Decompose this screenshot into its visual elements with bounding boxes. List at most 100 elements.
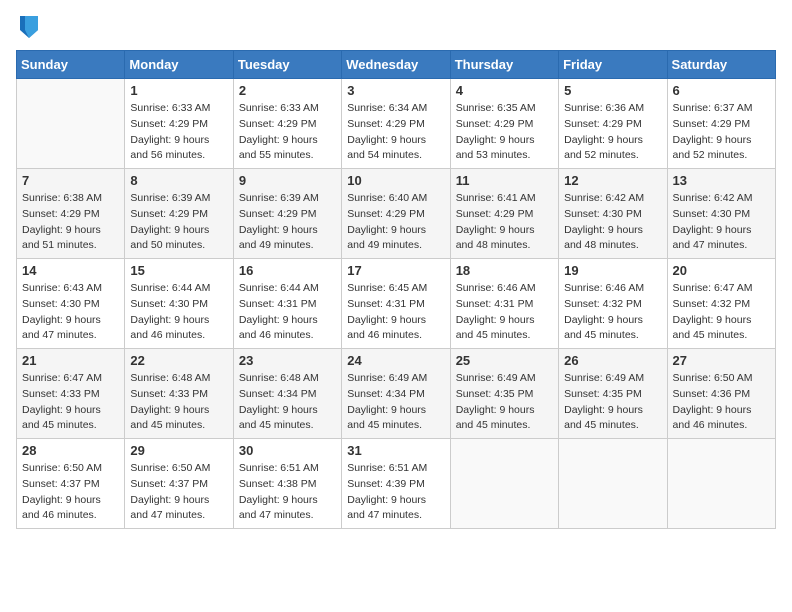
sun-info: Sunrise: 6:45 AMSunset: 4:31 PMDaylight:… xyxy=(347,281,444,344)
weekday-header-thursday: Thursday xyxy=(450,51,558,79)
day-number: 31 xyxy=(347,443,444,458)
day-number: 11 xyxy=(456,173,553,188)
calendar-week-row: 7 Sunrise: 6:38 AMSunset: 4:29 PMDaylight… xyxy=(17,169,776,259)
sun-info: Sunrise: 6:50 AMSunset: 4:37 PMDaylight:… xyxy=(22,461,119,524)
day-number: 18 xyxy=(456,263,553,278)
logo-text xyxy=(16,16,40,38)
sun-info: Sunrise: 6:51 AMSunset: 4:38 PMDaylight:… xyxy=(239,461,336,524)
calendar-week-row: 28 Sunrise: 6:50 AMSunset: 4:37 PMDayligh… xyxy=(17,439,776,529)
weekday-header-tuesday: Tuesday xyxy=(233,51,341,79)
sun-info: Sunrise: 6:39 AMSunset: 4:29 PMDaylight:… xyxy=(239,191,336,254)
sun-info: Sunrise: 6:49 AMSunset: 4:35 PMDaylight:… xyxy=(564,371,661,434)
sun-info: Sunrise: 6:34 AMSunset: 4:29 PMDaylight:… xyxy=(347,101,444,164)
sun-info: Sunrise: 6:50 AMSunset: 4:37 PMDaylight:… xyxy=(130,461,227,524)
sun-info: Sunrise: 6:36 AMSunset: 4:29 PMDaylight:… xyxy=(564,101,661,164)
calendar-cell: 12Sunrise: 6:42 AMSunset: 4:30 PMDayligh… xyxy=(559,169,667,259)
weekday-header-sunday: Sunday xyxy=(17,51,125,79)
calendar-cell: 6 Sunrise: 6:37 AMSunset: 4:29 PMDaylight… xyxy=(667,79,775,169)
sun-info: Sunrise: 6:50 AMSunset: 4:36 PMDaylight:… xyxy=(673,371,770,434)
day-number: 29 xyxy=(130,443,227,458)
day-number: 10 xyxy=(347,173,444,188)
day-number: 2 xyxy=(239,83,336,98)
day-number: 1 xyxy=(130,83,227,98)
logo xyxy=(16,16,40,38)
sun-info: Sunrise: 6:44 AMSunset: 4:30 PMDaylight:… xyxy=(130,281,227,344)
day-number: 16 xyxy=(239,263,336,278)
calendar-header-row: SundayMondayTuesdayWednesdayThursdayFrid… xyxy=(17,51,776,79)
day-number: 8 xyxy=(130,173,227,188)
day-number: 27 xyxy=(673,353,770,368)
page-header xyxy=(16,16,776,38)
day-number: 22 xyxy=(130,353,227,368)
calendar-cell: 24Sunrise: 6:49 AMSunset: 4:34 PMDayligh… xyxy=(342,349,450,439)
sun-info: Sunrise: 6:38 AMSunset: 4:29 PMDaylight:… xyxy=(22,191,119,254)
calendar-cell: 19 Sunrise: 6:46 AMSunset: 4:32 PMDayligh… xyxy=(559,259,667,349)
calendar-cell: 29 Sunrise: 6:50 AMSunset: 4:37 PMDayligh… xyxy=(125,439,233,529)
sun-info: Sunrise: 6:46 AMSunset: 4:31 PMDaylight:… xyxy=(456,281,553,344)
calendar-cell: 8 Sunrise: 6:39 AMSunset: 4:29 PMDaylight… xyxy=(125,169,233,259)
sun-info: Sunrise: 6:33 AMSunset: 4:29 PMDaylight:… xyxy=(239,101,336,164)
sun-info: Sunrise: 6:48 AMSunset: 4:33 PMDaylight:… xyxy=(130,371,227,434)
day-number: 26 xyxy=(564,353,661,368)
day-number: 5 xyxy=(564,83,661,98)
calendar-cell: 25Sunrise: 6:49 AMSunset: 4:35 PMDayligh… xyxy=(450,349,558,439)
sun-info: Sunrise: 6:37 AMSunset: 4:29 PMDaylight:… xyxy=(673,101,770,164)
day-number: 20 xyxy=(673,263,770,278)
sun-info: Sunrise: 6:49 AMSunset: 4:35 PMDaylight:… xyxy=(456,371,553,434)
weekday-header-saturday: Saturday xyxy=(667,51,775,79)
sun-info: Sunrise: 6:48 AMSunset: 4:34 PMDaylight:… xyxy=(239,371,336,434)
calendar-week-row: 1 Sunrise: 6:33 AMSunset: 4:29 PMDaylight… xyxy=(17,79,776,169)
calendar-cell: 9 Sunrise: 6:39 AMSunset: 4:29 PMDaylight… xyxy=(233,169,341,259)
calendar-cell: 7 Sunrise: 6:38 AMSunset: 4:29 PMDaylight… xyxy=(17,169,125,259)
day-number: 23 xyxy=(239,353,336,368)
sun-info: Sunrise: 6:47 AMSunset: 4:33 PMDaylight:… xyxy=(22,371,119,434)
calendar-cell: 28 Sunrise: 6:50 AMSunset: 4:37 PMDayligh… xyxy=(17,439,125,529)
sun-info: Sunrise: 6:39 AMSunset: 4:29 PMDaylight:… xyxy=(130,191,227,254)
sun-info: Sunrise: 6:42 AMSunset: 4:30 PMDaylight:… xyxy=(673,191,770,254)
calendar-cell: 23 Sunrise: 6:48 AMSunset: 4:34 PMDayligh… xyxy=(233,349,341,439)
day-number: 3 xyxy=(347,83,444,98)
sun-info: Sunrise: 6:35 AMSunset: 4:29 PMDaylight:… xyxy=(456,101,553,164)
calendar-cell: 27 Sunrise: 6:50 AMSunset: 4:36 PMDayligh… xyxy=(667,349,775,439)
day-number: 15 xyxy=(130,263,227,278)
calendar-cell: 2 Sunrise: 6:33 AMSunset: 4:29 PMDaylight… xyxy=(233,79,341,169)
calendar-cell: 20Sunrise: 6:47 AMSunset: 4:32 PMDayligh… xyxy=(667,259,775,349)
calendar-table: SundayMondayTuesdayWednesdayThursdayFrid… xyxy=(16,50,776,529)
sun-info: Sunrise: 6:42 AMSunset: 4:30 PMDaylight:… xyxy=(564,191,661,254)
weekday-header-monday: Monday xyxy=(125,51,233,79)
calendar-cell: 17Sunrise: 6:45 AMSunset: 4:31 PMDayligh… xyxy=(342,259,450,349)
weekday-header-friday: Friday xyxy=(559,51,667,79)
calendar-week-row: 14Sunrise: 6:43 AMSunset: 4:30 PMDayligh… xyxy=(17,259,776,349)
calendar-cell xyxy=(667,439,775,529)
weekday-header-wednesday: Wednesday xyxy=(342,51,450,79)
day-number: 13 xyxy=(673,173,770,188)
calendar-cell xyxy=(559,439,667,529)
sun-info: Sunrise: 6:46 AMSunset: 4:32 PMDaylight:… xyxy=(564,281,661,344)
sun-info: Sunrise: 6:44 AMSunset: 4:31 PMDaylight:… xyxy=(239,281,336,344)
calendar-cell: 11 Sunrise: 6:41 AMSunset: 4:29 PMDayligh… xyxy=(450,169,558,259)
sun-info: Sunrise: 6:51 AMSunset: 4:39 PMDaylight:… xyxy=(347,461,444,524)
day-number: 30 xyxy=(239,443,336,458)
calendar-cell: 31 Sunrise: 6:51 AMSunset: 4:39 PMDayligh… xyxy=(342,439,450,529)
calendar-cell: 15 Sunrise: 6:44 AMSunset: 4:30 PMDayligh… xyxy=(125,259,233,349)
day-number: 6 xyxy=(673,83,770,98)
day-number: 21 xyxy=(22,353,119,368)
calendar-cell xyxy=(450,439,558,529)
sun-info: Sunrise: 6:33 AMSunset: 4:29 PMDaylight:… xyxy=(130,101,227,164)
day-number: 7 xyxy=(22,173,119,188)
sun-info: Sunrise: 6:43 AMSunset: 4:30 PMDaylight:… xyxy=(22,281,119,344)
calendar-cell: 3 Sunrise: 6:34 AMSunset: 4:29 PMDaylight… xyxy=(342,79,450,169)
sun-info: Sunrise: 6:40 AMSunset: 4:29 PMDaylight:… xyxy=(347,191,444,254)
sun-info: Sunrise: 6:41 AMSunset: 4:29 PMDaylight:… xyxy=(456,191,553,254)
sun-info: Sunrise: 6:49 AMSunset: 4:34 PMDaylight:… xyxy=(347,371,444,434)
calendar-cell: 13 Sunrise: 6:42 AMSunset: 4:30 PMDayligh… xyxy=(667,169,775,259)
day-number: 19 xyxy=(564,263,661,278)
calendar-cell: 26 Sunrise: 6:49 AMSunset: 4:35 PMDayligh… xyxy=(559,349,667,439)
day-number: 9 xyxy=(239,173,336,188)
calendar-cell: 5 Sunrise: 6:36 AMSunset: 4:29 PMDaylight… xyxy=(559,79,667,169)
calendar-cell: 21 Sunrise: 6:47 AMSunset: 4:33 PMDayligh… xyxy=(17,349,125,439)
day-number: 4 xyxy=(456,83,553,98)
day-number: 28 xyxy=(22,443,119,458)
calendar-cell: 1 Sunrise: 6:33 AMSunset: 4:29 PMDaylight… xyxy=(125,79,233,169)
calendar-cell: 14Sunrise: 6:43 AMSunset: 4:30 PMDayligh… xyxy=(17,259,125,349)
